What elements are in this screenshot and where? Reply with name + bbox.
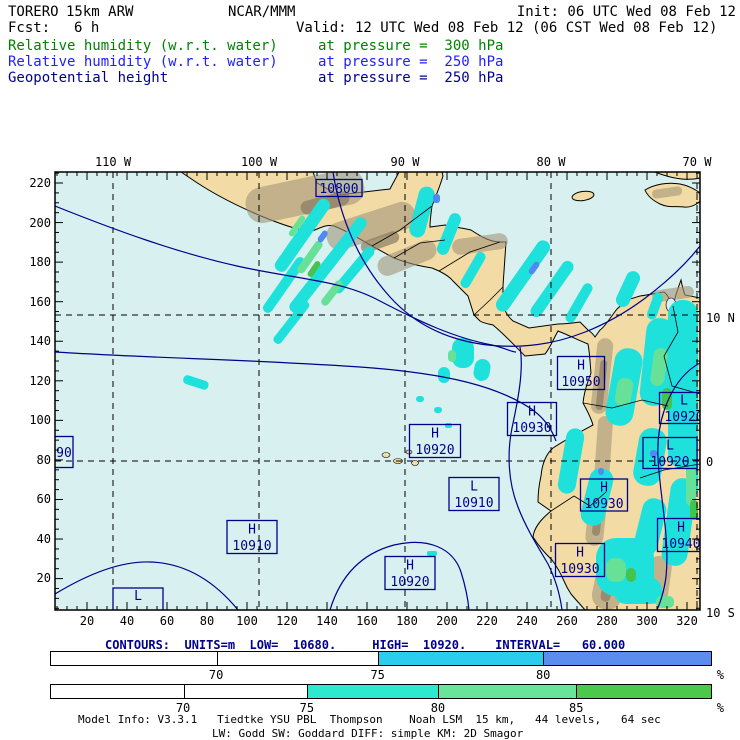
colorbar-tick: [307, 685, 308, 698]
svg-text:240: 240: [516, 614, 538, 628]
svg-text:10800: 10800: [319, 182, 358, 197]
svg-text:100 W: 100 W: [241, 155, 278, 169]
svg-text:H: H: [406, 559, 414, 574]
svg-text:90: 90: [56, 446, 72, 461]
svg-text:280: 280: [596, 614, 618, 628]
svg-text:10 S: 10 S: [706, 606, 735, 620]
svg-text:120: 120: [29, 374, 51, 388]
colorbar-tick: [217, 652, 218, 665]
colorbar-unit: %: [694, 701, 724, 715]
svg-text:L: L: [134, 589, 142, 604]
svg-text:180: 180: [396, 614, 418, 628]
svg-text:160: 160: [356, 614, 378, 628]
svg-text:10910: 10910: [454, 496, 493, 511]
colorbar-segment: [51, 685, 307, 698]
svg-text:140: 140: [29, 334, 51, 348]
colorbar-2: [50, 684, 712, 699]
colorbar-segment: [307, 685, 438, 698]
extremum-label10800: 10800: [316, 180, 362, 198]
svg-text:H: H: [431, 427, 439, 442]
svg-text:160: 160: [29, 295, 51, 309]
svg-text:260: 260: [556, 614, 578, 628]
colorbar-tick: [378, 652, 379, 665]
colorbar-tick: [543, 652, 544, 665]
svg-text:40: 40: [120, 614, 134, 628]
svg-text:220: 220: [29, 176, 51, 190]
svg-text:70 W: 70 W: [683, 155, 713, 169]
colorbar-tick-label: 75: [363, 668, 393, 682]
svg-text:10920: 10920: [390, 575, 429, 590]
svg-text:H: H: [248, 523, 256, 538]
forecast-map: 10800H10950H10930H10920L10920L10920L1091…: [0, 0, 740, 740]
svg-text:60: 60: [160, 614, 174, 628]
svg-text:80 W: 80 W: [537, 155, 567, 169]
svg-text:20: 20: [80, 614, 94, 628]
colorbar-segment: [576, 685, 711, 698]
colorbar-tick: [184, 685, 185, 698]
svg-text:100: 100: [29, 413, 51, 427]
svg-text:H: H: [576, 546, 584, 561]
colorbar-tick: [576, 685, 577, 698]
svg-text:180: 180: [29, 255, 51, 269]
svg-text:H: H: [677, 521, 685, 536]
svg-text:0: 0: [706, 455, 713, 469]
svg-text:200: 200: [436, 614, 458, 628]
svg-text:L: L: [666, 439, 674, 454]
colorbar-segment: [543, 652, 711, 665]
svg-text:H: H: [577, 359, 585, 374]
colorbar-tick: [438, 685, 439, 698]
svg-text:10930: 10930: [512, 421, 551, 436]
svg-text:200: 200: [29, 216, 51, 230]
colorbar-1: [50, 651, 712, 666]
svg-text:10950: 10950: [561, 375, 600, 390]
forecast-chart-page: TORERO 15km ARW NCAR/MMM Init: 06 UTC We…: [0, 0, 740, 740]
svg-text:140: 140: [316, 614, 338, 628]
svg-text:80: 80: [200, 614, 214, 628]
colorbar-segment: [378, 652, 543, 665]
svg-text:100: 100: [236, 614, 258, 628]
svg-text:320: 320: [676, 614, 698, 628]
svg-text:10920: 10920: [415, 443, 454, 458]
svg-text:10930: 10930: [560, 562, 599, 577]
svg-text:H: H: [600, 481, 608, 496]
svg-text:L: L: [680, 394, 688, 409]
svg-text:10920: 10920: [664, 410, 703, 425]
svg-text:300: 300: [636, 614, 658, 628]
colorbar-segment: [51, 652, 378, 665]
colorbar-tick-label: 70: [201, 668, 231, 682]
svg-text:10 N: 10 N: [706, 311, 735, 325]
svg-text:40: 40: [37, 532, 51, 546]
colorbar-segment: [438, 685, 576, 698]
svg-text:120: 120: [276, 614, 298, 628]
svg-text:80: 80: [37, 453, 51, 467]
svg-text:10920: 10920: [650, 455, 689, 470]
svg-text:L: L: [470, 480, 478, 495]
svg-text:20: 20: [37, 571, 51, 585]
svg-text:110 W: 110 W: [95, 155, 132, 169]
svg-text:H: H: [528, 405, 536, 420]
svg-text:220: 220: [476, 614, 498, 628]
colorbar-tick-label: 80: [528, 668, 558, 682]
model-info-line2: LW: Godd SW: Goddard DIFF: simple KM: 2D…: [212, 726, 523, 740]
colorbar-unit: %: [694, 668, 724, 682]
svg-text:60: 60: [37, 492, 51, 506]
svg-text:90 W: 90 W: [391, 155, 421, 169]
svg-text:10930: 10930: [584, 497, 623, 512]
svg-text:10910: 10910: [232, 539, 271, 554]
